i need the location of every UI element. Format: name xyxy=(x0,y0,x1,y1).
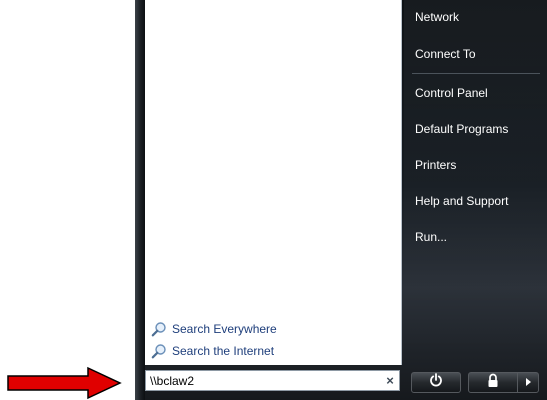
annotation-arrow-icon xyxy=(7,366,122,400)
menu-item-default-programs[interactable]: Default Programs xyxy=(408,115,538,143)
power-icon xyxy=(429,373,443,392)
start-search-box[interactable]: × xyxy=(145,370,400,391)
search-everywhere-link[interactable]: Search Everywhere xyxy=(151,318,277,340)
clear-search-button[interactable]: × xyxy=(381,371,399,390)
menu-divider xyxy=(412,73,540,74)
search-links: Search Everywhere Search the Internet xyxy=(151,318,277,362)
search-everywhere-label: Search Everywhere xyxy=(172,322,277,336)
menu-item-printers[interactable]: Printers xyxy=(408,151,538,179)
magnifier-icon xyxy=(151,321,167,337)
start-menu-edge xyxy=(135,0,145,400)
more-options-button[interactable] xyxy=(517,372,539,393)
padlock-icon xyxy=(486,373,500,393)
arrow-right-icon xyxy=(524,374,532,392)
search-internet-label: Search the Internet xyxy=(172,344,275,358)
menu-item-control-panel[interactable]: Control Panel xyxy=(408,79,538,107)
start-menu: Search Everywhere Search the Internet × xyxy=(135,0,547,400)
menu-item-network[interactable]: Network xyxy=(408,3,538,31)
start-search-input[interactable] xyxy=(150,372,381,389)
right-menu-column: Network Connect To Control Panel Default… xyxy=(404,0,547,365)
menu-item-help-and-support[interactable]: Help and Support xyxy=(408,187,538,215)
menu-item-connect-to[interactable]: Connect To xyxy=(408,40,538,68)
magnifier-icon xyxy=(151,343,167,359)
search-internet-link[interactable]: Search the Internet xyxy=(151,340,277,362)
screenshot-canvas: Search Everywhere Search the Internet × xyxy=(0,0,547,400)
power-button[interactable] xyxy=(411,372,461,393)
programs-pane: Search Everywhere Search the Internet xyxy=(145,0,402,365)
menu-item-run[interactable]: Run... xyxy=(408,223,538,251)
lock-button[interactable] xyxy=(468,372,518,393)
